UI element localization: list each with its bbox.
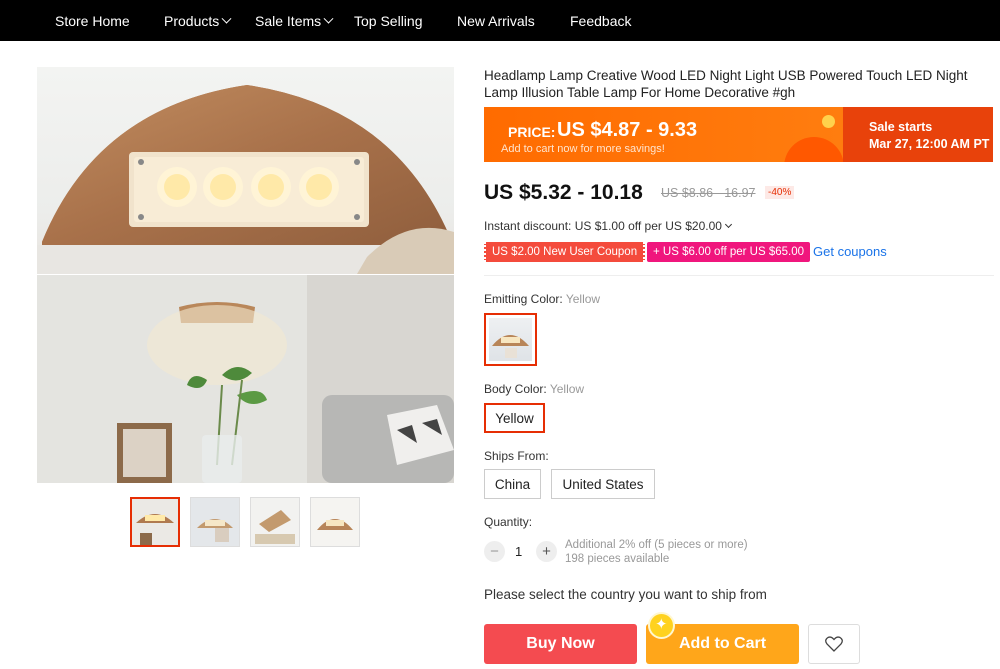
- nav-new-arrivals-label: New Arrivals: [457, 13, 535, 29]
- store-coupon[interactable]: + US $6.00 off per US $65.00: [647, 242, 810, 262]
- buy-now-button[interactable]: Buy Now: [484, 624, 637, 664]
- product-title: Headlamp Lamp Creative Wood LED Night Li…: [484, 68, 968, 100]
- body-color-value: Yellow: [549, 382, 585, 396]
- sale-start-box: Sale starts Mar 27, 12:00 AM PT: [843, 107, 993, 162]
- nav-new-arrivals[interactable]: New Arrivals: [457, 13, 535, 29]
- body-color-label: Body Color: Yellow: [484, 382, 584, 396]
- main-product-image[interactable]: [37, 67, 454, 483]
- nav-sale-items-label: Sale Items: [255, 13, 322, 29]
- quantity-bulk-discount: Additional 2% off (5 pieces or more): [565, 539, 748, 551]
- original-price: US $8.86 - 16.97: [661, 186, 756, 200]
- nav-sale-items[interactable]: Sale Items: [255, 13, 334, 29]
- promo-price-label: PRICE:: [508, 124, 556, 140]
- decorative-circle: [784, 137, 844, 162]
- heart-icon: [825, 636, 843, 652]
- quantity-value[interactable]: 1: [515, 544, 522, 559]
- ships-from-united-states[interactable]: United States: [551, 469, 655, 499]
- emitting-color-label-text: Emitting Color:: [484, 292, 563, 306]
- nav-products-label: Products: [164, 13, 220, 29]
- wishlist-button[interactable]: [808, 624, 860, 664]
- body-color-label-text: Body Color:: [484, 382, 547, 396]
- sale-start-date: Mar 27, 12:00 AM PT: [869, 137, 990, 151]
- decorative-dot: [822, 115, 835, 128]
- quantity-available: 198 pieces available: [565, 553, 670, 565]
- emitting-color-label: Emitting Color: Yellow: [484, 292, 600, 306]
- quantity-increase-button[interactable]: +: [536, 541, 557, 562]
- thumbnail-3[interactable]: [250, 497, 300, 547]
- quantity-label: Quantity:: [484, 515, 533, 529]
- chevron-down-icon: [323, 13, 334, 24]
- instant-discount[interactable]: Instant discount: US $1.00 off per US $2…: [484, 219, 732, 233]
- nav-products[interactable]: Products: [164, 13, 232, 29]
- chevron-down-icon: [724, 220, 732, 229]
- instant-discount-text: Instant discount: US $1.00 off per US $2…: [484, 219, 722, 233]
- nav-store-home[interactable]: Store Home: [55, 13, 130, 29]
- product-photo-lamp-closeup: [37, 67, 454, 274]
- discount-badge: -40%: [765, 186, 795, 199]
- nav-feedback-label: Feedback: [570, 13, 632, 29]
- nav-feedback[interactable]: Feedback: [570, 13, 631, 29]
- current-price: US $5.32 - 10.18: [484, 181, 643, 204]
- product-photo-room-scene: [37, 275, 454, 483]
- chevron-down-icon: [221, 13, 232, 24]
- nav-top-selling[interactable]: Top Selling: [354, 13, 423, 29]
- swatch-image: [489, 318, 532, 361]
- emitting-color-value: Yellow: [565, 292, 601, 306]
- divider: [484, 275, 994, 276]
- nav-store-home-label: Store Home: [55, 13, 130, 29]
- store-nav-bar: Store Home Products Sale Items Top Selli…: [0, 0, 1000, 41]
- nav-top-selling-label: Top Selling: [354, 13, 423, 29]
- promo-subtext: Add to cart now for more savings!: [501, 143, 665, 155]
- promo-banner: PRICE: US $4.87 - 9.33 Add to cart now f…: [484, 107, 993, 162]
- ship-country-message: Please select the country you want to sh…: [484, 587, 767, 602]
- thumbnail-strip: [130, 497, 360, 547]
- thumbnail-1[interactable]: [130, 497, 180, 547]
- emitting-color-swatch-yellow[interactable]: [484, 313, 537, 366]
- body-color-option-yellow[interactable]: Yellow: [484, 403, 545, 433]
- coin-badge-icon: [648, 612, 675, 639]
- thumbnail-4[interactable]: [310, 497, 360, 547]
- sale-start-label: Sale starts: [869, 120, 933, 134]
- get-coupons-link[interactable]: Get coupons: [813, 244, 887, 259]
- promo-price-value: US $4.87 - 9.33: [557, 119, 698, 141]
- ships-from-china[interactable]: China: [484, 469, 541, 499]
- new-user-coupon[interactable]: US $2.00 New User Coupon: [484, 242, 646, 262]
- thumbnail-2[interactable]: [190, 497, 240, 547]
- quantity-decrease-button[interactable]: −: [484, 541, 505, 562]
- ships-from-label: Ships From:: [484, 449, 549, 463]
